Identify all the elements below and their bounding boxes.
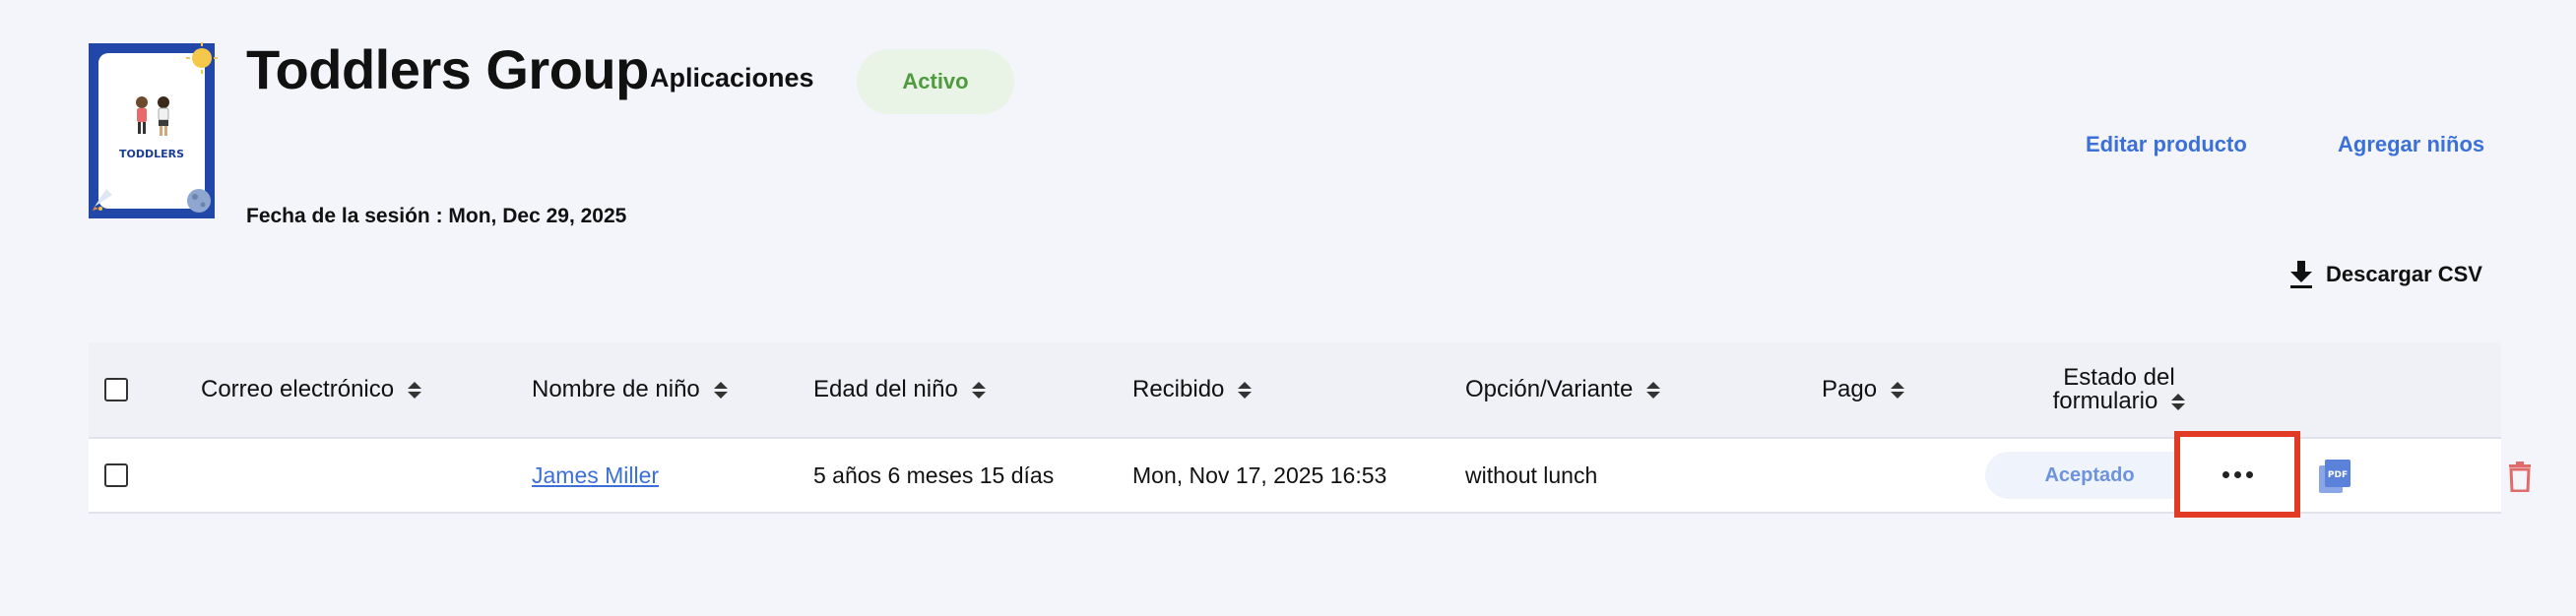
column-option-label: Opción/Variante bbox=[1465, 376, 1634, 402]
column-form-status-label-line1: Estado del bbox=[2063, 364, 2175, 391]
column-header-child-name[interactable]: Nombre de niño bbox=[532, 342, 728, 437]
sort-icon[interactable] bbox=[713, 381, 728, 399]
select-all-cell bbox=[104, 342, 128, 437]
child-name-link[interactable]: James Miller bbox=[532, 462, 659, 489]
more-options-dot bbox=[2222, 470, 2229, 478]
column-payment-label: Pago bbox=[1822, 376, 1878, 402]
table-row: James Miller 5 años 6 meses 15 días Mon,… bbox=[89, 431, 2531, 518]
download-csv-label: Descargar CSV bbox=[2326, 262, 2482, 286]
column-header-payment[interactable]: Pago bbox=[1822, 342, 1905, 437]
sort-icon[interactable] bbox=[1646, 381, 1661, 399]
column-header-option[interactable]: Opción/Variante bbox=[1465, 342, 1661, 437]
sort-icon[interactable] bbox=[971, 381, 986, 399]
page-title: Toddlers Group bbox=[246, 38, 649, 100]
page-subtitle: Aplicaciones bbox=[650, 63, 814, 92]
table-header: Correo electrónico Nombre de niño Edad d… bbox=[89, 342, 2501, 439]
row-select-cell bbox=[104, 439, 128, 512]
rocket-icon bbox=[93, 189, 112, 211]
column-header-form-status[interactable]: Estado del formulario bbox=[2021, 342, 2218, 437]
more-options-button[interactable] bbox=[2174, 431, 2300, 518]
sort-icon[interactable] bbox=[408, 381, 422, 399]
download-icon bbox=[2290, 261, 2312, 288]
sort-icon[interactable] bbox=[1238, 381, 1253, 399]
column-form-status-label-line2: formulario bbox=[2052, 388, 2158, 414]
column-child-age-label: Edad del niño bbox=[813, 376, 958, 402]
planet-icon bbox=[187, 189, 211, 213]
session-date: Fecha de la sesión : Mon, Dec 29, 2025 bbox=[246, 205, 627, 227]
cell-received: Mon, Nov 17, 2025 16:53 bbox=[1132, 462, 1387, 488]
cell-child-age: 5 años 6 meses 15 días bbox=[813, 462, 1055, 488]
column-header-email[interactable]: Correo electrónico bbox=[201, 342, 422, 437]
cell-option: without lunch bbox=[1465, 462, 1598, 488]
column-received-label: Recibido bbox=[1132, 376, 1225, 402]
row-checkbox[interactable] bbox=[104, 463, 128, 487]
applications-table: Correo electrónico Nombre de niño Edad d… bbox=[89, 342, 2531, 518]
status-badge: Activo bbox=[857, 49, 1014, 114]
column-header-received[interactable]: Recibido bbox=[1132, 342, 1253, 437]
edit-product-button[interactable]: Editar producto bbox=[2086, 132, 2247, 157]
sort-icon[interactable] bbox=[1891, 381, 1905, 399]
column-header-child-age[interactable]: Edad del niño bbox=[813, 342, 986, 437]
form-status-badge: Aceptado bbox=[1985, 452, 2194, 499]
sort-icon[interactable] bbox=[2171, 393, 2186, 410]
more-options-dot bbox=[2233, 470, 2241, 478]
download-csv-button[interactable]: Descargar CSV bbox=[2288, 260, 2482, 289]
column-form-status-line2: formulario bbox=[2053, 390, 2186, 413]
add-children-button[interactable]: Agregar niños bbox=[2338, 132, 2484, 157]
children-illustration bbox=[136, 96, 169, 136]
logo-text: TODDLERS bbox=[118, 148, 185, 160]
more-options-dot bbox=[2245, 470, 2253, 478]
svg-text:PDF: PDF bbox=[2328, 470, 2348, 480]
cell-form-status: Aceptado bbox=[1985, 439, 2194, 512]
select-all-checkbox[interactable] bbox=[104, 378, 128, 401]
column-email-label: Correo electrónico bbox=[201, 376, 395, 402]
product-logo: TODDLERS bbox=[89, 42, 218, 218]
column-child-name-label: Nombre de niño bbox=[532, 376, 700, 402]
cell-child-name: James Miller bbox=[532, 439, 659, 512]
sun-icon bbox=[186, 42, 218, 74]
pdf-icon[interactable]: PDF bbox=[2318, 459, 2351, 494]
trash-icon[interactable] bbox=[2507, 461, 2533, 492]
